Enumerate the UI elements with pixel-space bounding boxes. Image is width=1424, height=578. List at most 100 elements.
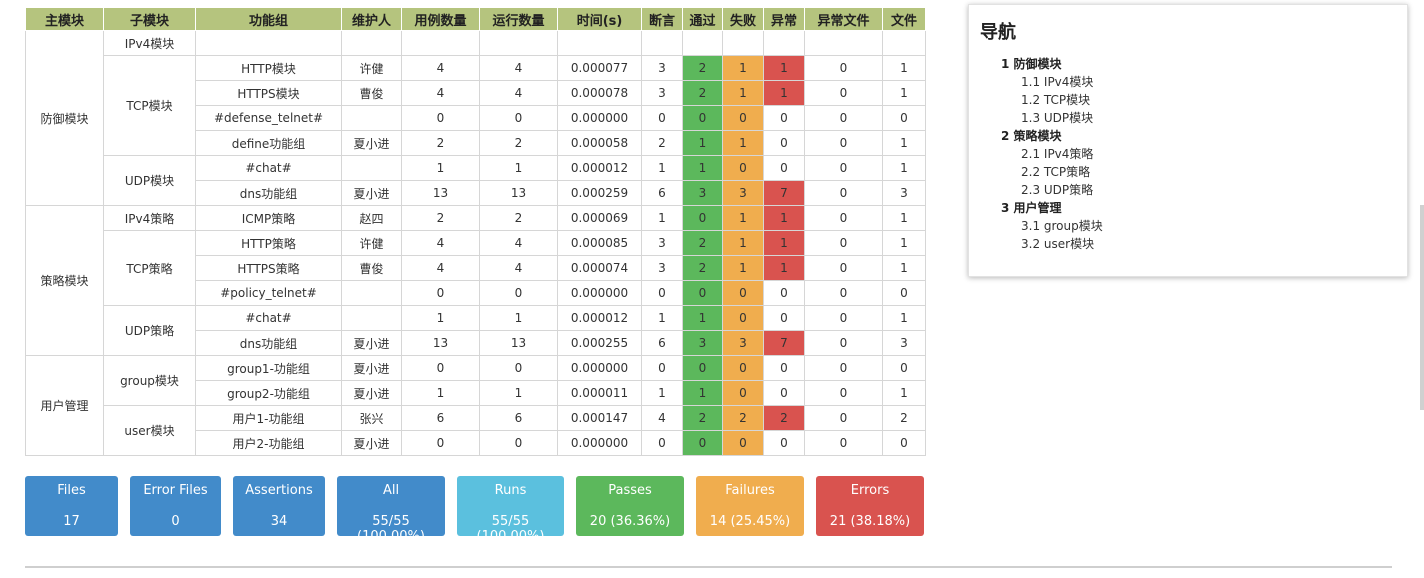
time-cell: 0.000085 [557, 230, 642, 256]
nav-subsection-link[interactable]: 3.1 group模块 [1001, 217, 1103, 235]
runs-cell: 0 [479, 105, 558, 131]
group-cell: #policy_telnet# [195, 280, 342, 306]
owner-cell: 赵四 [341, 205, 402, 231]
files-cell: 1 [882, 130, 926, 156]
owner-cell [341, 280, 402, 306]
cases-cell: 0 [401, 430, 480, 456]
error-cell: 7 [763, 330, 805, 356]
col-header: 失败 [722, 7, 764, 31]
fail-cell: 0 [722, 355, 764, 381]
pass-cell: 2 [682, 405, 723, 431]
owner-cell: 夏小进 [341, 130, 402, 156]
error-cell: 0 [763, 380, 805, 406]
owner-cell: 许健 [341, 55, 402, 81]
runs-cell: 4 [479, 55, 558, 81]
sub-module-cell: TCP模块 [103, 55, 196, 156]
summary-card-files: Files 17 [25, 476, 118, 536]
group-cell: #defense_telnet# [195, 105, 342, 131]
group-cell: #chat# [195, 305, 342, 331]
error-files-cell: 0 [804, 180, 883, 206]
asserts-cell: 3 [641, 55, 683, 81]
pass-cell: 1 [682, 305, 723, 331]
cases-cell: 2 [401, 130, 480, 156]
summary-card-label: Error Files [143, 483, 208, 498]
error-files-cell: 0 [804, 80, 883, 106]
group-cell: ICMP策略 [195, 205, 342, 231]
files-cell: 2 [882, 405, 926, 431]
time-cell: 0.000069 [557, 205, 642, 231]
cases-cell: 0 [401, 105, 480, 131]
asserts-cell: 4 [641, 405, 683, 431]
runs-cell: 0 [479, 430, 558, 456]
sub-module-cell: IPv4策略 [103, 205, 196, 231]
nav-section-link[interactable]: 1 防御模块 [1001, 55, 1103, 73]
asserts-cell: 6 [641, 330, 683, 356]
pass-cell: 2 [682, 80, 723, 106]
fail-cell: 0 [722, 430, 764, 456]
fail-cell: 0 [722, 155, 764, 181]
group-cell: define功能组 [195, 130, 342, 156]
summary-card-value: 21 (38.18%) [829, 514, 911, 529]
files-cell: 1 [882, 55, 926, 81]
pass-cell [682, 30, 723, 56]
nav-subsection-link[interactable]: 1.2 TCP模块 [1001, 91, 1103, 109]
time-cell: 0.000000 [557, 430, 642, 456]
files-cell: 1 [882, 255, 926, 281]
files-cell: 1 [882, 230, 926, 256]
error-cell: 1 [763, 80, 805, 106]
nav-subsection-link[interactable]: 2.2 TCP策略 [1001, 163, 1103, 181]
error-files-cell [804, 30, 883, 56]
fail-cell: 1 [722, 230, 764, 256]
nav-title: 导航 [980, 22, 1016, 43]
summary-card-value: 55/55 (100.00%) [357, 514, 425, 544]
time-cell: 0.000000 [557, 355, 642, 381]
asserts-cell: 3 [641, 255, 683, 281]
nav-subsection-link[interactable]: 1.3 UDP模块 [1001, 109, 1103, 127]
table-row: UDP策略 #chat# 1 1 0.000012 1 1 0 0 0 1 [26, 305, 926, 356]
table-row: 防御模块 IPv4模块 [25, 30, 926, 206]
runs-cell: 2 [479, 205, 558, 231]
group-cell: 用户1-功能组 [195, 405, 342, 431]
error-files-cell: 0 [804, 305, 883, 331]
time-cell: 0.000077 [557, 55, 642, 81]
navigation-panel: 导航 1 防御模块 1.1 IPv4模块 1.2 TCP模块 1.3 UDP模块 2 策… [968, 4, 1408, 277]
time-cell: 0.000058 [557, 130, 642, 156]
group-cell: HTTPS模块 [195, 80, 342, 106]
asserts-cell: 2 [641, 130, 683, 156]
error-cell: 0 [763, 130, 805, 156]
nav-section-link[interactable]: 2 策略模块 [1001, 127, 1103, 145]
pass-cell: 2 [682, 55, 723, 81]
table-header-row: 主模块 子模块 功能组 维护人 用例数量 运行数量 时间(s) 断言 通过 失败… [25, 7, 926, 31]
error-cell: 0 [763, 105, 805, 131]
cases-cell: 1 [401, 380, 480, 406]
owner-cell: 夏小进 [341, 430, 402, 456]
group-cell: dns功能组 [195, 180, 342, 206]
table-row: 策略模块 IPv4策略 ICMP策略 赵四 2 2 0.000069 1 0 1 1 0 1 [25, 205, 926, 356]
pass-cell: 0 [682, 205, 723, 231]
col-header: 主模块 [25, 7, 104, 31]
pass-cell: 0 [682, 280, 723, 306]
time-cell: 0.000078 [557, 80, 642, 106]
nav-subsection-link[interactable]: 1.1 IPv4模块 [1001, 73, 1103, 91]
pass-cell: 1 [682, 130, 723, 156]
summary-card-failures: Failures 14 (25.45%) [696, 476, 804, 536]
error-cell: 0 [763, 355, 805, 381]
owner-cell: 夏小进 [341, 330, 402, 356]
runs-cell: 13 [479, 180, 558, 206]
summary-card-all: All 55/55 (100.00%) [337, 476, 445, 544]
runs-cell: 4 [479, 80, 558, 106]
files-cell: 1 [882, 305, 926, 331]
asserts-cell: 1 [641, 155, 683, 181]
scrollbar-thumb[interactable] [1420, 205, 1424, 410]
error-files-cell: 0 [804, 280, 883, 306]
time-cell: 0.000000 [557, 280, 642, 306]
cases-cell: 1 [401, 155, 480, 181]
nav-subsection-link[interactable]: 2.3 UDP策略 [1001, 181, 1103, 199]
nav-subsection-link[interactable]: 2.1 IPv4策略 [1001, 145, 1103, 163]
fail-cell: 1 [722, 255, 764, 281]
time-cell [557, 30, 642, 56]
nav-section-link[interactable]: 3 用户管理 [1001, 199, 1103, 217]
pass-cell: 2 [682, 255, 723, 281]
nav-subsection-link[interactable]: 3.2 user模块 [1001, 235, 1103, 253]
owner-cell: 许健 [341, 230, 402, 256]
